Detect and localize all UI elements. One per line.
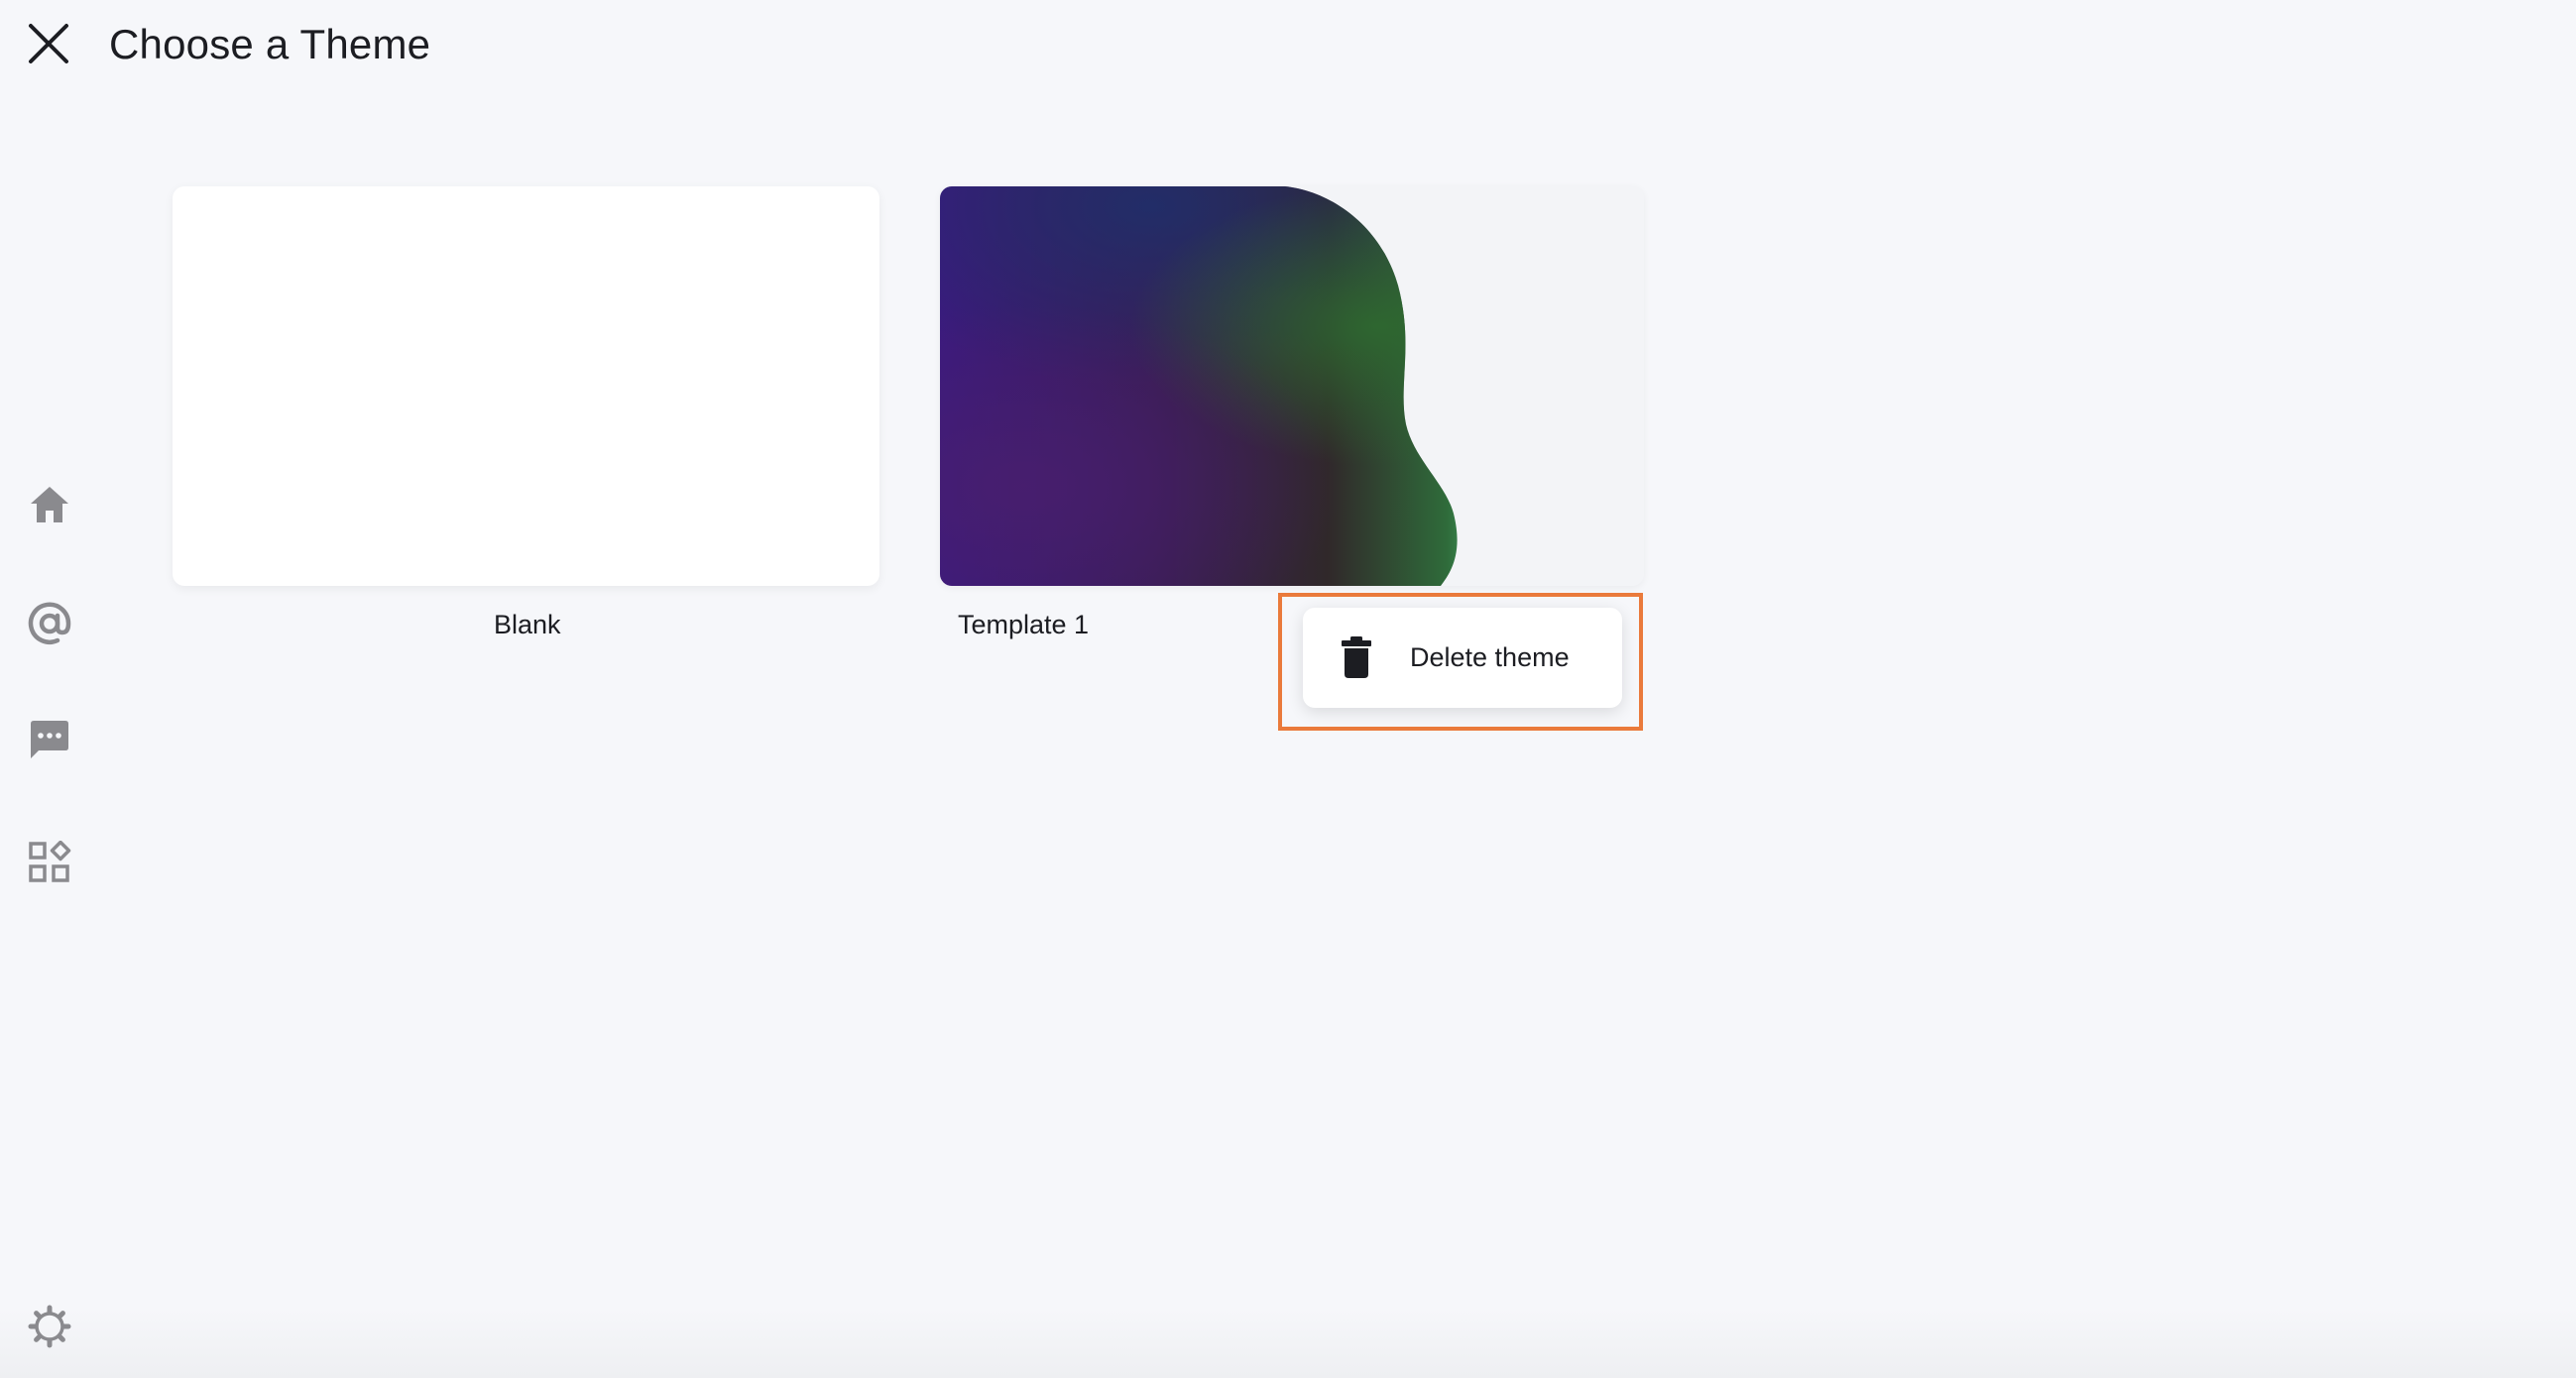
template-1-preview [940,186,1644,586]
theme-label-template-1: Template 1 [958,610,1090,639]
sidebar-item-home[interactable] [22,477,77,532]
bottom-fade [0,1309,2576,1378]
gear-icon [28,1305,71,1348]
theme-card-template-1[interactable] [940,186,1644,586]
delete-theme-menu-item[interactable]: Delete theme [1303,608,1622,708]
sidebar-item-mentions[interactable] [22,596,77,651]
theme-card-blank[interactable] [173,186,879,586]
home-icon [31,487,68,522]
sidebar-item-messages[interactable] [22,713,77,768]
theme-label-blank: Blank [494,610,561,639]
chat-icon [31,721,68,758]
trash-icon [1342,636,1371,678]
sidebar-item-apps[interactable] [22,835,77,890]
context-menu: Delete theme [1303,608,1622,708]
close-icon [29,24,68,63]
page-title: Choose a Theme [109,21,431,67]
delete-theme-label: Delete theme [1410,642,1570,672]
apps-grid-icon [29,841,71,882]
close-button[interactable] [22,17,75,70]
at-icon [28,602,71,644]
settings-button[interactable] [22,1299,77,1354]
